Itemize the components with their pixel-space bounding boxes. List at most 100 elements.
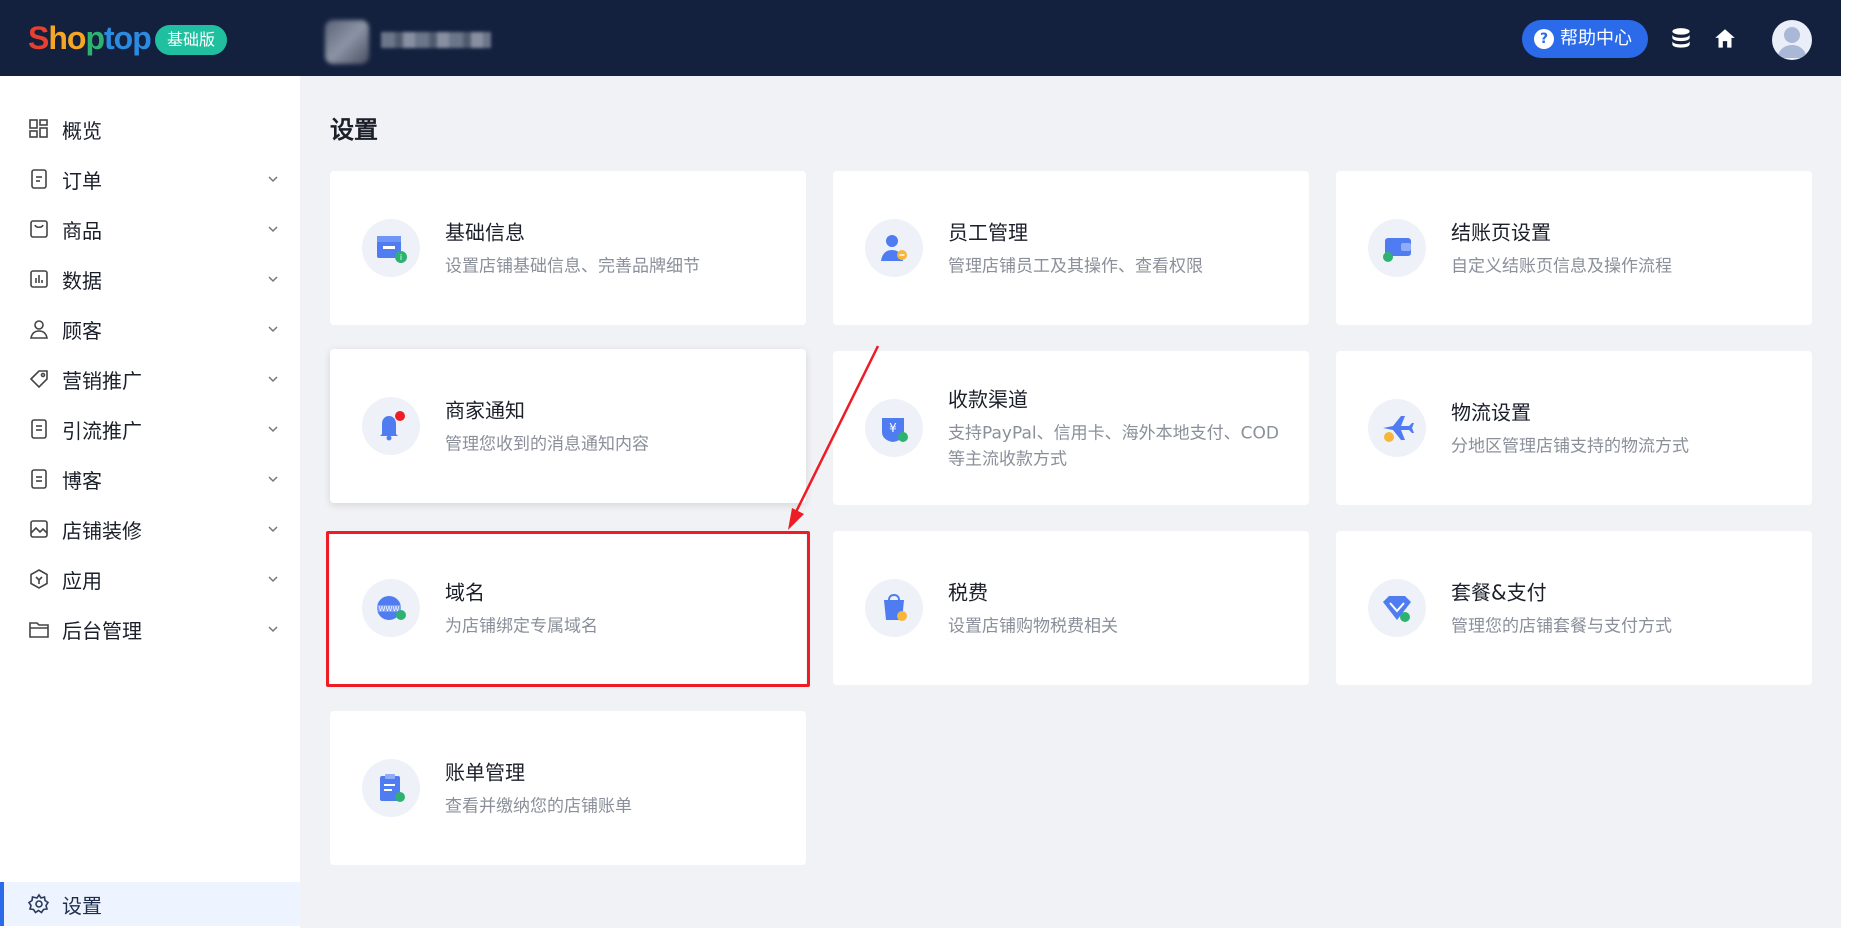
- order-icon: [31, 169, 47, 189]
- sidebar-item-customers[interactable]: 顾客: [0, 307, 300, 351]
- product-icon: [30, 220, 48, 238]
- page-title: 设置: [330, 116, 378, 144]
- tax-icon: [884, 593, 907, 621]
- card-staff[interactable]: 员工管理 管理店铺员工及其操作、查看权限: [833, 171, 1309, 325]
- gear-icon: [28, 893, 50, 914]
- card-icon-wrap: [1368, 579, 1426, 637]
- card-title: 税费: [948, 580, 988, 605]
- sidebar-item-marketing[interactable]: 营销推广: [0, 357, 300, 401]
- card-icon-wrap: [362, 759, 420, 817]
- app-window: Shoptop 基础版 ? 帮助中心 概览 订单 商品 数据 顾客 营销推广 引…: [0, 0, 1841, 928]
- card-icon-wrap: [362, 397, 420, 455]
- sidebar-item-label: 商品: [62, 218, 102, 243]
- user-avatar[interactable]: [1772, 20, 1812, 60]
- chevron-down-icon: [268, 376, 278, 383]
- sidebar-item-traffic[interactable]: 引流推广: [0, 407, 300, 451]
- card-title: 商家通知: [445, 398, 525, 423]
- chart-icon: [30, 270, 48, 288]
- traffic-icon: [31, 419, 47, 439]
- card-basic-info[interactable]: i 基础信息 设置店铺基础信息、完善品牌细节: [330, 171, 806, 325]
- card-desc: 设置店铺基础信息、完善品牌细节: [445, 256, 700, 277]
- card-billing[interactable]: 账单管理 查看并缴纳您的店铺账单: [330, 711, 806, 865]
- sidebar-item-label: 设置: [62, 893, 102, 918]
- card-domain[interactable]: WWW 域名 为店铺绑定专属域名: [330, 531, 806, 685]
- card-title: 套餐&支付: [1451, 580, 1547, 605]
- sidebar-item-orders[interactable]: 订单: [0, 157, 300, 201]
- sidebar-item-label: 营销推广: [62, 368, 142, 393]
- chevron-down-icon: [268, 176, 278, 183]
- chevron-down-icon: [268, 576, 278, 583]
- home-icon[interactable]: [1712, 26, 1738, 52]
- app-icon: [30, 569, 48, 589]
- database-icon[interactable]: [1668, 26, 1694, 52]
- card-desc: 查看并缴纳您的店铺账单: [445, 796, 632, 817]
- svg-text:WWW: WWW: [379, 605, 400, 613]
- card-icon-wrap: [1368, 219, 1426, 277]
- tag-icon: [29, 370, 48, 389]
- chevron-down-icon: [268, 526, 278, 533]
- card-icon-wrap: [865, 219, 923, 277]
- shoptop-logo[interactable]: Shoptop: [28, 20, 152, 57]
- card-title: 域名: [445, 580, 485, 605]
- bill-icon: [380, 774, 405, 802]
- card-icon-wrap: i: [362, 219, 420, 277]
- card-icon-wrap: WWW: [362, 579, 420, 637]
- store-avatar: [325, 20, 369, 64]
- sidebar-item-label: 订单: [62, 168, 102, 193]
- card-title: 基础信息: [445, 220, 525, 245]
- plane-icon: [1383, 416, 1414, 442]
- sidebar-item-admin[interactable]: 后台管理: [0, 607, 300, 651]
- sidebar-item-label: 引流推广: [62, 418, 142, 443]
- card-icon-wrap: [865, 579, 923, 637]
- card-title: 收款渠道: [948, 387, 1028, 412]
- card-icon-wrap: [1368, 399, 1426, 457]
- sidebar-item-label: 后台管理: [62, 618, 142, 643]
- chevron-down-icon: [268, 226, 278, 233]
- sidebar-item-settings[interactable]: 设置: [0, 882, 300, 926]
- card-notifications[interactable]: 商家通知 管理您收到的消息通知内容: [330, 349, 806, 503]
- sidebar-item-products[interactable]: 商品: [0, 207, 300, 251]
- sidebar-item-apps[interactable]: 应用: [0, 557, 300, 601]
- sidebar-item-label: 店铺装修: [62, 518, 142, 543]
- sidebar-item-overview[interactable]: 概览: [0, 107, 300, 151]
- sidebar-item-label: 应用: [62, 568, 102, 593]
- card-desc: 自定义结账页信息及操作流程: [1451, 256, 1672, 277]
- chevron-down-icon: [268, 276, 278, 283]
- top-bar: Shoptop 基础版 ? 帮助中心: [0, 0, 1841, 76]
- chevron-down-icon: [268, 326, 278, 333]
- sidebar-item-blog[interactable]: 博客: [0, 457, 300, 501]
- folder-icon: [29, 622, 49, 638]
- www-icon: WWW: [376, 596, 406, 620]
- chevron-down-icon: [268, 626, 278, 633]
- card-logistics[interactable]: 物流设置 分地区管理店铺支持的物流方式: [1336, 351, 1812, 505]
- card-desc: 分地区管理店铺支持的物流方式: [1451, 436, 1689, 457]
- sidebar-item-data[interactable]: 数据: [0, 257, 300, 301]
- card-title: 物流设置: [1451, 400, 1531, 425]
- card-plan-payment[interactable]: 套餐&支付 管理您的店铺套餐与支付方式: [1336, 531, 1812, 685]
- card-title: 员工管理: [948, 220, 1028, 245]
- help-center-button[interactable]: ? 帮助中心: [1522, 20, 1648, 58]
- card-checkout[interactable]: 结账页设置 自定义结账页信息及操作流程: [1336, 171, 1812, 325]
- diamond-icon: [1383, 596, 1411, 622]
- card-desc: 管理您收到的消息通知内容: [445, 434, 649, 455]
- bell-icon: [380, 411, 405, 441]
- store-name-blurred: [381, 32, 491, 48]
- payment-icon: ¥: [882, 418, 908, 442]
- sidebar-item-label: 概览: [62, 118, 102, 143]
- card-payment-channels[interactable]: ¥ 收款渠道 支持PayPal、信用卡、海外本地支付、COD等主流收款方式: [833, 351, 1309, 505]
- help-center-label: 帮助中心: [1560, 28, 1632, 49]
- chevron-down-icon: [268, 426, 278, 433]
- store-switcher[interactable]: [325, 20, 491, 64]
- card-tax[interactable]: 税费 设置店铺购物税费相关: [833, 531, 1309, 685]
- store-info-icon: i: [377, 236, 407, 263]
- decorate-icon: [30, 520, 48, 538]
- card-desc: 设置店铺购物税费相关: [948, 616, 1118, 637]
- blog-icon: [31, 469, 47, 489]
- user-avatar-icon: [1777, 27, 1807, 58]
- sidebar-item-decoration[interactable]: 店铺装修: [0, 507, 300, 551]
- card-desc: 为店铺绑定专属域名: [445, 616, 598, 637]
- sidebar-item-label: 博客: [62, 468, 102, 493]
- card-title: 账单管理: [445, 760, 525, 785]
- customer-icon: [30, 320, 48, 339]
- card-title: 结账页设置: [1451, 220, 1551, 245]
